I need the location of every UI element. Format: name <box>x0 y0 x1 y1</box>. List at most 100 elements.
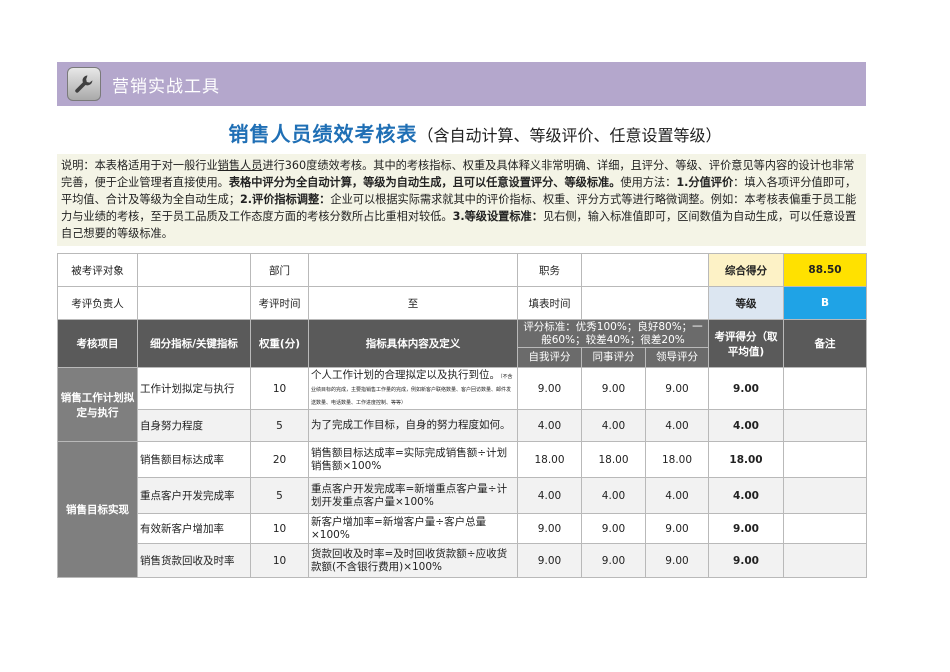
page-title: 销售人员绩效考核表（含自动计算、等级评价、任意设置等级） <box>0 118 950 147</box>
description-text: 说明：本表格适用于对一般行业销售人员进行360度绩效考核。其中的考核指标、权重及… <box>61 157 862 242</box>
header-peer: 同事评分 <box>581 347 646 368</box>
note-cell[interactable] <box>783 441 867 478</box>
desc-bold: 1.分值评价 <box>676 176 734 189</box>
weight-cell: 20 <box>250 441 309 478</box>
description-box: 说明：本表格适用于对一般行业销售人员进行360度绩效考核。其中的考核指标、权重及… <box>57 154 866 246</box>
indicator-cell: 自身努力程度 <box>137 409 251 442</box>
desc-underlined: 销售人员 <box>217 159 263 172</box>
category-cell: 销售工作计划拟定与执行 <box>57 367 138 442</box>
header-leader: 领导评分 <box>645 347 709 368</box>
fill-date-label: 填表时间 <box>517 286 582 320</box>
table-row: 销售货款回收及时率 10 货款回收及时率=及时回收货款额÷应收货款额(不含银行费… <box>57 543 867 578</box>
note-cell[interactable] <box>783 513 867 544</box>
self-score-cell[interactable]: 18.00 <box>517 441 582 478</box>
peer-score-cell[interactable]: 18.00 <box>581 441 646 478</box>
self-score-cell[interactable]: 9.00 <box>517 543 582 578</box>
leader-score-cell[interactable]: 9.00 <box>645 513 709 544</box>
avg-score-cell: 9.00 <box>708 367 784 410</box>
desc-bold: 2.评价指标调整： <box>240 193 331 206</box>
dept-label: 部门 <box>250 253 309 287</box>
table-row: 销售工作计划拟定与执行 工作计划拟定与执行 10 个人工作计划的合理拟定以及执行… <box>57 367 867 442</box>
avg-score-cell: 4.00 <box>708 409 784 442</box>
weight-cell: 10 <box>250 367 309 410</box>
note-cell[interactable] <box>783 543 867 578</box>
peer-score-cell[interactable]: 9.00 <box>581 513 646 544</box>
table-row: 自身努力程度 5 为了完成工作目标，自身的努力程度如何。 4.00 4.00 4… <box>57 409 867 442</box>
grade-value: B <box>783 286 867 320</box>
table-row: 销售目标实现 销售额目标达成率 20 销售额目标达成率=实际完成销售额÷计划销售… <box>57 441 867 578</box>
peer-score-cell[interactable]: 9.00 <box>581 367 646 410</box>
evaluatee-input[interactable] <box>137 253 251 287</box>
banner-title: 营销实战工具 <box>112 77 220 97</box>
note-cell[interactable] <box>783 477 867 514</box>
weight-cell: 10 <box>250 543 309 578</box>
indicator-cell: 工作计划拟定与执行 <box>137 367 251 410</box>
header-score: 考评得分（取平均值) <box>708 319 784 368</box>
period-label: 考评时间 <box>250 286 309 320</box>
header-weight: 权重(分) <box>250 319 309 368</box>
owner-label: 考评负责人 <box>57 286 138 320</box>
title-main: 销售人员绩效考核表 <box>228 122 418 146</box>
desc-part: 说明：本表格适用于对一般行业 <box>61 159 218 172</box>
self-score-cell[interactable]: 4.00 <box>517 409 582 442</box>
avg-score-cell: 9.00 <box>708 513 784 544</box>
header-indicator: 细分指标/关键指标 <box>137 319 251 368</box>
leader-score-cell[interactable]: 9.00 <box>645 543 709 578</box>
grade-label: 等级 <box>708 286 784 320</box>
wrench-icon <box>67 67 101 101</box>
indicator-cell: 销售货款回收及时率 <box>137 543 251 578</box>
definition-cell: 货款回收及时率=及时回收货款额÷应收货款额(不含银行费用)×100% <box>308 543 518 578</box>
evaluatee-label: 被考评对象 <box>57 253 138 287</box>
total-score-value: 88.50 <box>783 253 867 287</box>
avg-score-cell: 9.00 <box>708 543 784 578</box>
position-label: 职务 <box>517 253 582 287</box>
header-self: 自我评分 <box>517 347 582 368</box>
owner-input[interactable] <box>137 286 251 320</box>
total-score-label: 综合得分 <box>708 253 784 287</box>
avg-score-cell: 18.00 <box>708 441 784 478</box>
desc-bold: 3.等级设置标准： <box>452 210 543 223</box>
dept-input[interactable] <box>308 253 518 287</box>
peer-score-cell[interactable]: 9.00 <box>581 543 646 578</box>
self-score-cell[interactable]: 4.00 <box>517 477 582 514</box>
header-banner: 营销实战工具 <box>57 62 866 106</box>
avg-score-cell: 4.00 <box>708 477 784 514</box>
definition-text: 个人工作计划的合理拟定以及执行到位。 <box>311 369 500 381</box>
self-score-cell[interactable]: 9.00 <box>517 367 582 410</box>
peer-score-cell[interactable]: 4.00 <box>581 477 646 514</box>
header-note: 备注 <box>783 319 867 368</box>
table-row: 重点客户开发完成率 5 重点客户开发完成率=新增重点客户量÷计划开发重点客户量×… <box>57 477 867 514</box>
note-cell[interactable] <box>783 367 867 410</box>
definition-cell: 个人工作计划的合理拟定以及执行到位。（不含业绩目标的完成，主要指销售工作量的完成… <box>308 367 518 410</box>
category-cell: 销售目标实现 <box>57 441 138 578</box>
header-standard: 评分标准：优秀100%；良好80%；一般60%；较差40%；很差20% <box>517 319 709 348</box>
header-definition: 指标具体内容及定义 <box>308 319 518 368</box>
weight-cell: 5 <box>250 477 309 514</box>
fill-date-input[interactable] <box>581 286 709 320</box>
info-row-2: 考评负责人 考评时间 至 填表时间 等级 B <box>57 286 867 320</box>
desc-part: 使用方法： <box>620 176 677 189</box>
leader-score-cell[interactable]: 9.00 <box>645 367 709 410</box>
weight-cell: 10 <box>250 513 309 544</box>
definition-cell: 重点客户开发完成率=新增重点客户量÷计划开发重点客户量×100% <box>308 477 518 514</box>
indicator-cell: 重点客户开发完成率 <box>137 477 251 514</box>
period-input[interactable]: 至 <box>308 286 518 320</box>
info-row-1: 被考评对象 部门 职务 综合得分 88.50 <box>57 253 867 287</box>
definition-cell: 销售额目标达成率=实际完成销售额÷计划销售额×100% <box>308 441 518 478</box>
evaluation-table: 被考评对象 部门 职务 综合得分 88.50 考评负责人 考评时间 至 填表时间… <box>57 253 867 578</box>
peer-score-cell[interactable]: 4.00 <box>581 409 646 442</box>
title-sub: （含自动计算、等级评价、任意设置等级） <box>417 126 722 145</box>
leader-score-cell[interactable]: 4.00 <box>645 477 709 514</box>
note-cell[interactable] <box>783 409 867 442</box>
indicator-cell: 有效新客户增加率 <box>137 513 251 544</box>
indicator-cell: 销售额目标达成率 <box>137 441 251 478</box>
leader-score-cell[interactable]: 4.00 <box>645 409 709 442</box>
table-row: 有效新客户增加率 10 新客户增加率=新增客户量÷客户总量×100% 9.00 … <box>58 513 867 544</box>
definition-cell: 为了完成工作目标，自身的努力程度如何。 <box>308 409 518 442</box>
leader-score-cell[interactable]: 18.00 <box>645 441 709 478</box>
definition-cell: 新客户增加率=新增客户量÷客户总量×100% <box>308 513 518 544</box>
self-score-cell[interactable]: 9.00 <box>517 513 582 544</box>
weight-cell: 5 <box>250 409 309 442</box>
header-item: 考核项目 <box>57 319 138 368</box>
position-input[interactable] <box>581 253 709 287</box>
